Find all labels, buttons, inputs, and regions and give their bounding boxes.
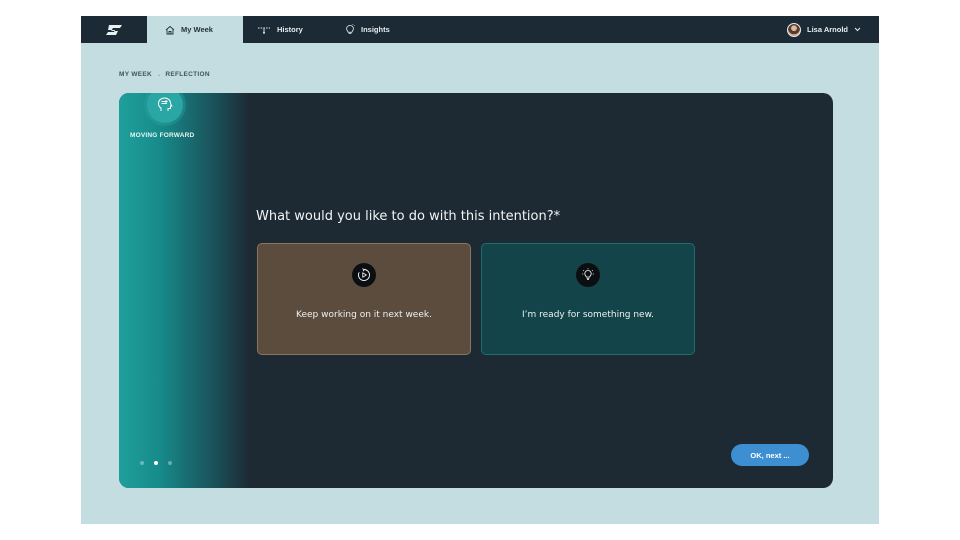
tab-label: My Week: [181, 25, 213, 34]
pagination-dot[interactable]: [168, 461, 172, 465]
head-icon: [157, 97, 173, 111]
pagination-dots: [140, 461, 172, 465]
home-icon: [165, 25, 175, 34]
tab-label: Insights: [361, 25, 390, 34]
user-menu[interactable]: Lisa Arnold: [787, 16, 861, 43]
option-keep-working[interactable]: Keep working on it next week.: [257, 243, 471, 355]
top-navigation: My Week History Insights Lisa Arnold: [81, 16, 879, 43]
user-name: Lisa Arnold: [807, 25, 848, 34]
lightbulb-icon: [582, 268, 594, 280]
step-sidebar: MOVING FORWARD: [119, 93, 249, 488]
pagination-dot-active[interactable]: [154, 461, 158, 465]
tab-insights[interactable]: Insights: [345, 16, 415, 43]
app-window: My Week History Insights Lisa Arnold MY …: [81, 16, 879, 524]
avatar: [787, 22, 802, 37]
breadcrumb-current: REFLECTION: [165, 71, 210, 78]
question-title: What would you like to do with this inte…: [256, 209, 561, 224]
breadcrumb-parent[interactable]: MY WEEK: [119, 71, 152, 78]
option-something-new[interactable]: I’m ready for something new.: [481, 243, 695, 355]
option-label: I’m ready for something new.: [522, 310, 654, 320]
pagination-dot[interactable]: [140, 461, 144, 465]
lightbulb-icon: [346, 23, 355, 34]
chevron-down-icon: [854, 27, 861, 32]
step-label: MOVING FORWARD: [130, 132, 195, 139]
step-badge: [147, 93, 183, 123]
breadcrumb-separator: →: [156, 71, 162, 78]
brand-logo[interactable]: [81, 16, 147, 43]
tab-history[interactable]: History: [257, 16, 327, 43]
tab-my-week[interactable]: My Week: [147, 16, 243, 43]
option-label: Keep working on it next week.: [296, 310, 432, 320]
reflection-card: MOVING FORWARD What would you like to do…: [119, 93, 833, 488]
logo-icon: [106, 24, 122, 35]
next-button[interactable]: OK, next ...: [731, 444, 809, 466]
replay-icon: [358, 268, 370, 281]
option-icon-badge: [352, 263, 376, 287]
tab-label: History: [277, 25, 303, 34]
timeline-icon: [258, 27, 270, 34]
breadcrumb: MY WEEK → REFLECTION: [119, 71, 210, 78]
option-icon-badge: [576, 263, 600, 287]
